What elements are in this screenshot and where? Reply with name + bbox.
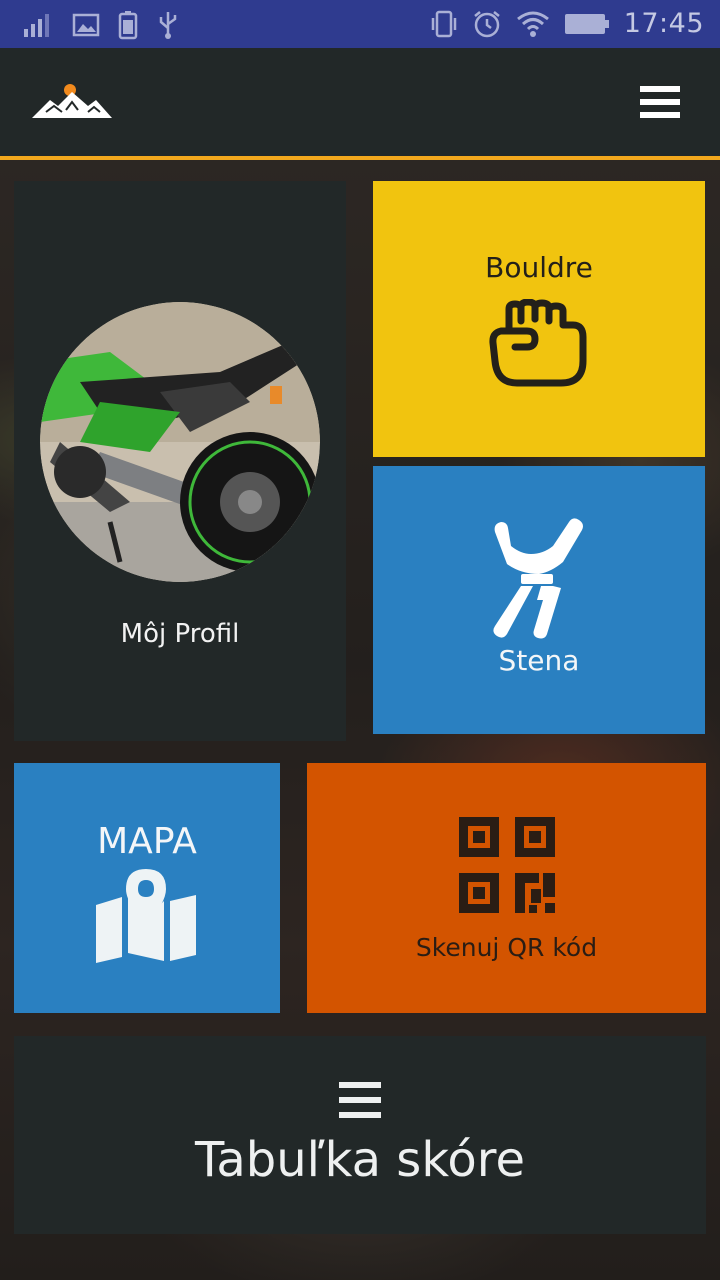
stena-tile[interactable]: Stena — [373, 466, 705, 734]
climber-harness-icon — [493, 518, 583, 639]
alarm-icon — [473, 10, 500, 37]
avatar — [40, 302, 320, 582]
profile-label: Môj Profil — [120, 619, 240, 649]
vibrate-icon — [431, 10, 456, 37]
usb-icon — [159, 12, 177, 39]
qr-tile[interactable]: Skenuj QR kód — [307, 763, 706, 1013]
bouldre-tile[interactable]: Bouldre — [373, 181, 705, 457]
wifi-icon — [516, 11, 549, 37]
score-tile[interactable]: Tabuľka skóre — [14, 1036, 706, 1234]
fist-icon — [489, 299, 587, 387]
list-icon — [339, 1082, 381, 1118]
qr-code-icon — [459, 817, 555, 913]
app-bar — [0, 48, 720, 160]
mountain-logo-icon[interactable] — [32, 82, 112, 122]
signal-icon — [24, 14, 49, 37]
status-time: 17:45 — [623, 8, 704, 39]
profile-tile[interactable]: Môj Profil — [14, 181, 346, 741]
stena-label: Stena — [498, 644, 580, 677]
image-icon — [72, 13, 100, 37]
status-bar: 17:45 — [0, 0, 720, 48]
hamburger-menu-icon[interactable] — [638, 84, 682, 122]
mapa-label: MAPA — [97, 821, 197, 862]
score-label: Tabuľka skóre — [195, 1132, 525, 1188]
bouldre-label: Bouldre — [485, 251, 593, 284]
qr-label: Skenuj QR kód — [415, 933, 598, 962]
mapa-tile[interactable]: MAPA — [14, 763, 280, 1013]
battery-saver-icon — [118, 11, 138, 40]
map-pin-icon — [96, 869, 196, 963]
battery-icon — [564, 13, 609, 34]
